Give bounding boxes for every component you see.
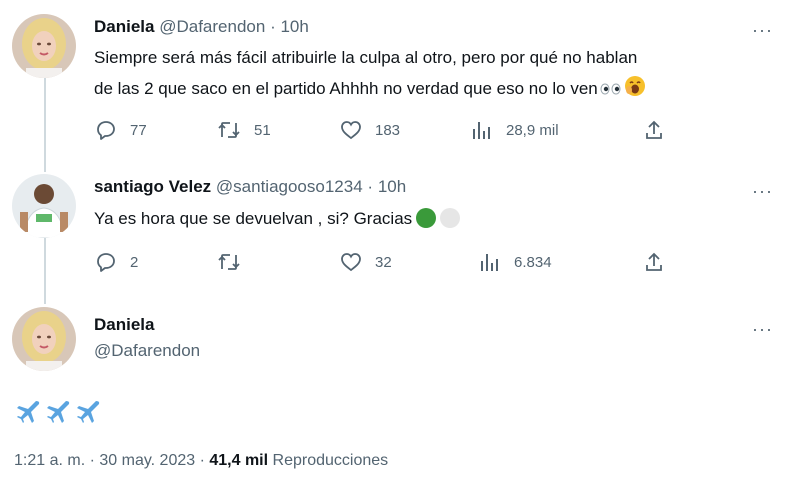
main-tweet-content (14, 398, 100, 424)
like-count: 32 (375, 253, 392, 271)
avatar-santiago[interactable] (12, 174, 76, 238)
tweet1-header: Daniela @Dafarendon · 10h (94, 17, 309, 37)
retweet-icon (218, 122, 240, 138)
reply-icon (97, 253, 115, 272)
eyes-emoji (600, 77, 622, 102)
thread-line (44, 78, 46, 172)
avatar-daniela[interactable] (12, 14, 76, 78)
views-button[interactable]: 6.834 (478, 250, 552, 274)
reply-count: 2 (130, 253, 139, 271)
tweet1-text-line2-content: de las 2 que saco en el partido Ahhhh no… (94, 78, 598, 98)
reply-button[interactable]: 77 (94, 118, 147, 142)
views-count: 6.834 (514, 253, 552, 271)
avatar-daniela-main[interactable] (12, 307, 76, 371)
main-author-name[interactable]: Daniela (94, 315, 154, 335)
tweet1-actions: 77 51 183 28,9 mil (94, 118, 674, 144)
main-name[interactable]: Daniela (94, 315, 154, 334)
retweet-button[interactable] (216, 250, 254, 274)
views-icon (481, 254, 498, 271)
tweet1-time[interactable]: 10h (280, 17, 308, 36)
share-icon (646, 252, 662, 271)
views-button[interactable]: 28,9 mil (470, 118, 559, 142)
airplane-emoji (77, 401, 100, 423)
tweet1-name[interactable]: Daniela (94, 17, 154, 36)
tweet2-header: santiago Velez @santiagooso1234 · 10h (94, 177, 406, 197)
main-timestamp[interactable]: 1:21 a. m. · 30 may. 2023 · (14, 452, 209, 469)
tweet1-text-line2: de las 2 que saco en el partido Ahhhh no… (94, 75, 646, 104)
views-icon (473, 122, 490, 139)
share-button[interactable] (642, 118, 666, 142)
tweet1-text-line1: Siempre será más fácil atribuirle la cul… (94, 48, 638, 67)
main-author-handle[interactable]: @Dafarendon (94, 341, 200, 361)
main-tweet-meta: 1:21 a. m. · 30 may. 2023 · 41,4 mil Rep… (14, 452, 388, 470)
tweet2-actions: 2 32 6.834 (94, 250, 674, 276)
white-circle-emoji (440, 207, 461, 228)
share-icon (646, 120, 662, 139)
green-circle-emoji (416, 207, 437, 228)
airplane-emoji (47, 401, 70, 423)
reply-icon (97, 121, 115, 140)
more-options-icon[interactable]: ··· (752, 21, 773, 39)
share-button[interactable] (642, 250, 666, 274)
reply-button[interactable]: 2 (94, 250, 138, 274)
retweet-button[interactable]: 51 (216, 118, 271, 142)
main-views-label: Reproducciones (268, 452, 389, 469)
retweet-count: 51 (254, 121, 271, 139)
tweet2-handle[interactable]: @santiagooso1234 (216, 177, 363, 196)
more-options-icon[interactable]: ··· (752, 182, 773, 200)
more-options-icon[interactable]: ··· (752, 320, 773, 338)
tweet2-text-content: Ya es hora que se devuelvan , si? Gracia… (94, 209, 413, 228)
like-count: 183 (375, 121, 401, 139)
tweet2-name[interactable]: santiago Velez (94, 177, 211, 196)
heart-icon (341, 253, 361, 272)
yawning-face-emoji (624, 75, 646, 104)
main-views-count: 41,4 mil (209, 452, 269, 469)
views-count: 28,9 mil (506, 121, 559, 139)
retweet-icon (218, 254, 240, 270)
tweet2-time[interactable]: 10h (378, 177, 406, 196)
main-handle[interactable]: @Dafarendon (94, 341, 200, 360)
reply-count: 77 (130, 121, 147, 139)
thread-line (44, 238, 46, 304)
like-button[interactable]: 32 (339, 250, 392, 274)
tweet2-text: Ya es hora que se devuelvan , si? Gracia… (94, 206, 461, 231)
heart-icon (341, 121, 361, 140)
separator-dot: · (367, 177, 374, 196)
airplane-emoji (17, 401, 40, 423)
separator-dot: · (270, 17, 276, 36)
like-button[interactable]: 183 (339, 118, 400, 142)
tweet1-handle[interactable]: @Dafarendon (159, 17, 265, 36)
